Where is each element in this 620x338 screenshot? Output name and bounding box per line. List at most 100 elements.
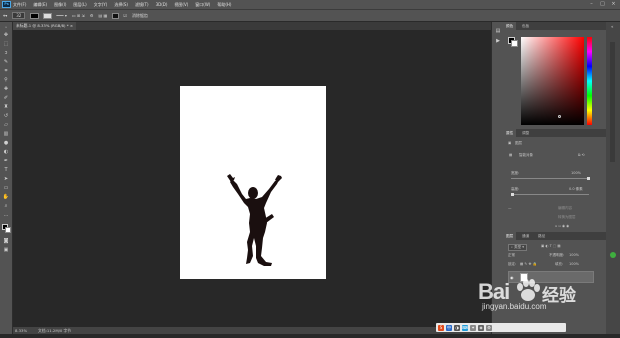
menu-image[interactable]: 图像(I) — [54, 2, 66, 8]
eyedropper-tool-icon[interactable]: ⚲ — [2, 77, 10, 84]
photoshop-logo: Ps — [2, 1, 11, 8]
quick-select-tool-icon[interactable]: ✎ — [2, 59, 10, 66]
more-tools-icon[interactable]: … — [2, 212, 10, 219]
layer-filter-dropdown[interactable]: ⌕ 类型 ▾ — [508, 244, 527, 251]
height-slider[interactable] — [511, 194, 589, 195]
shape-options-icon[interactable]: ▭ ⊞ ⇲ — [72, 13, 85, 18]
menu-layer[interactable]: 图层(L) — [73, 2, 86, 8]
pattern-swatch[interactable] — [43, 12, 53, 19]
close-icon[interactable]: × — [610, 1, 617, 7]
foreground-swatch[interactable] — [112, 12, 120, 19]
document-canvas[interactable] — [180, 86, 326, 279]
actions-panel-icon[interactable]: ▶ — [494, 38, 502, 45]
fill-value[interactable]: 100% — [569, 262, 579, 266]
tray-icon-4[interactable]: ✦ — [470, 324, 476, 331]
lasso-tool-icon[interactable]: ↄ — [2, 50, 10, 57]
color-swatch[interactable] — [30, 12, 40, 19]
color-spectrum-field[interactable] — [521, 37, 584, 125]
type-tool-icon[interactable]: T — [2, 167, 10, 174]
blur-tool-icon[interactable]: ● — [2, 140, 10, 147]
gradient-tool-icon[interactable]: ▥ — [2, 131, 10, 138]
menu-select[interactable]: 选择(S) — [114, 2, 128, 8]
baidu-watermark: Bai 经验 jingyan.baidu.com — [478, 276, 588, 312]
dash-line-icon[interactable]: ━━━ ▾ — [56, 13, 67, 18]
minimize-icon[interactable]: – — [588, 1, 595, 7]
pen-tool-icon[interactable]: ✒ — [2, 158, 10, 165]
width-label: 宽度: — [511, 171, 520, 175]
options-bar: ⌖▾ 32 ━━━ ▾ ▭ ⊞ ⇲ ⚙ ▤ ▦ ☑ 消除锯齿 — [0, 9, 620, 22]
width-slider-knob[interactable] — [587, 177, 590, 180]
background-color-swatch[interactable] — [5, 227, 11, 233]
convert-to-layers-button[interactable]: 转换为图层 — [558, 215, 576, 220]
collapse-panels-icon[interactable]: « — [611, 24, 613, 29]
tab-color[interactable]: 颜色 — [503, 22, 517, 30]
opacity-value[interactable]: 100% — [569, 253, 579, 257]
opacity-label: 不透明度: — [549, 253, 565, 257]
tray-icon-5[interactable]: ◈ — [478, 324, 484, 331]
healing-tool-icon[interactable]: ✚ — [2, 86, 10, 93]
zoom-level[interactable]: 8.33% — [15, 327, 27, 334]
screen-mode-icon[interactable]: ▣ — [2, 247, 10, 254]
canvas-area[interactable] — [13, 30, 500, 327]
width-slider[interactable] — [511, 178, 589, 179]
panel-background-swatch[interactable] — [511, 40, 518, 47]
tab-swatches[interactable]: 色板 — [519, 22, 532, 30]
stamp-tool-icon[interactable]: ♜ — [2, 104, 10, 111]
width-value[interactable]: 100% — [571, 171, 581, 175]
watermark-url: jingyan.baidu.com — [482, 302, 547, 311]
eraser-tool-icon[interactable]: ▱ — [2, 122, 10, 129]
align-icon[interactable]: ▤ ▦ — [99, 13, 108, 18]
tab-paths[interactable]: 路径 — [535, 232, 548, 240]
lock-icons[interactable]: ▦ ✎ ✥ 🔒 — [520, 262, 537, 266]
tab-close-icon[interactable]: × — [70, 23, 73, 28]
history-panel-icon[interactable]: ▤ — [494, 28, 502, 35]
path-select-tool-icon[interactable]: ➤ — [2, 176, 10, 183]
tray-icon-2[interactable]: ◑ — [454, 324, 460, 331]
menu-type[interactable]: 文字(Y) — [94, 2, 108, 8]
zoom-tool-icon[interactable]: ⌕ — [2, 203, 10, 210]
tab-adjustments[interactable]: 调整 — [519, 129, 532, 137]
document-tab[interactable]: 未标题-1 @ 8.33% (RGB/8) * × — [13, 22, 77, 30]
tab-channels[interactable]: 通道 — [519, 232, 532, 240]
tab-properties[interactable]: 属性 — [503, 129, 517, 137]
hue-slider[interactable] — [587, 37, 592, 125]
move-tool-icon[interactable]: ✥ — [2, 32, 10, 39]
marquee-tool-icon[interactable]: ⬚ — [2, 41, 10, 48]
properties-footer-icons[interactable]: ▫ ▫ ◉ ◉ — [555, 224, 569, 228]
brush-tool-icon[interactable]: ✐ — [2, 95, 10, 102]
menu-help[interactable]: 帮助(H) — [217, 2, 231, 8]
menu-edit[interactable]: 编辑(E) — [33, 2, 47, 8]
tool-preset-icon[interactable]: ⌖▾ — [3, 13, 7, 18]
hand-tool-icon[interactable]: ✋ — [2, 194, 10, 201]
menu-view[interactable]: 视图(V) — [174, 2, 188, 8]
color-picker-cursor[interactable] — [558, 115, 561, 118]
menu-window[interactable]: 窗口(W) — [195, 2, 210, 8]
input-method-icon[interactable]: S — [438, 324, 444, 331]
panel-collapse-strip: « — [606, 22, 620, 334]
menu-file[interactable]: 文件(F) — [13, 2, 26, 8]
tolerance-field[interactable]: 32 — [12, 12, 26, 19]
maximize-icon[interactable]: □ — [599, 1, 606, 7]
blend-mode-dropdown[interactable]: 正常 — [508, 253, 515, 258]
tray-icon-6[interactable]: ⚙ — [486, 324, 492, 331]
crop-tool-icon[interactable]: ⌗ — [2, 68, 10, 75]
menu-filter[interactable]: 滤镜(T) — [135, 2, 149, 8]
tab-layers[interactable]: 图层 — [503, 232, 517, 240]
tray-icon-3[interactable]: ⌨ — [462, 324, 468, 331]
checkbox-icon[interactable]: ☑ — [123, 13, 127, 18]
quick-mask-icon[interactable]: ◙ — [2, 238, 10, 245]
toolbox-collapse-icon[interactable]: » — [2, 24, 10, 31]
link-icon[interactable]: ⧉ ⟲ — [578, 153, 585, 157]
height-slider-knob[interactable] — [511, 193, 514, 196]
layer-filter-icons[interactable]: ▣ ◐ T ⬚ ▦ — [541, 244, 561, 248]
dodge-tool-icon[interactable]: ◐ — [2, 149, 10, 156]
shape-tool-icon[interactable]: ▭ — [2, 185, 10, 192]
edit-contents-button[interactable]: 编辑内容 — [558, 206, 572, 211]
height-value[interactable]: 0.0 像素 — [569, 187, 583, 192]
panel-scrollbar[interactable] — [610, 42, 615, 162]
tray-icon-1[interactable]: 中 — [446, 324, 452, 331]
gear-icon[interactable]: ⚙ — [90, 13, 94, 18]
menu-3d[interactable]: 3D(D) — [156, 2, 168, 7]
height-label: 高度: — [511, 187, 520, 191]
history-brush-icon[interactable]: ↺ — [2, 113, 10, 120]
